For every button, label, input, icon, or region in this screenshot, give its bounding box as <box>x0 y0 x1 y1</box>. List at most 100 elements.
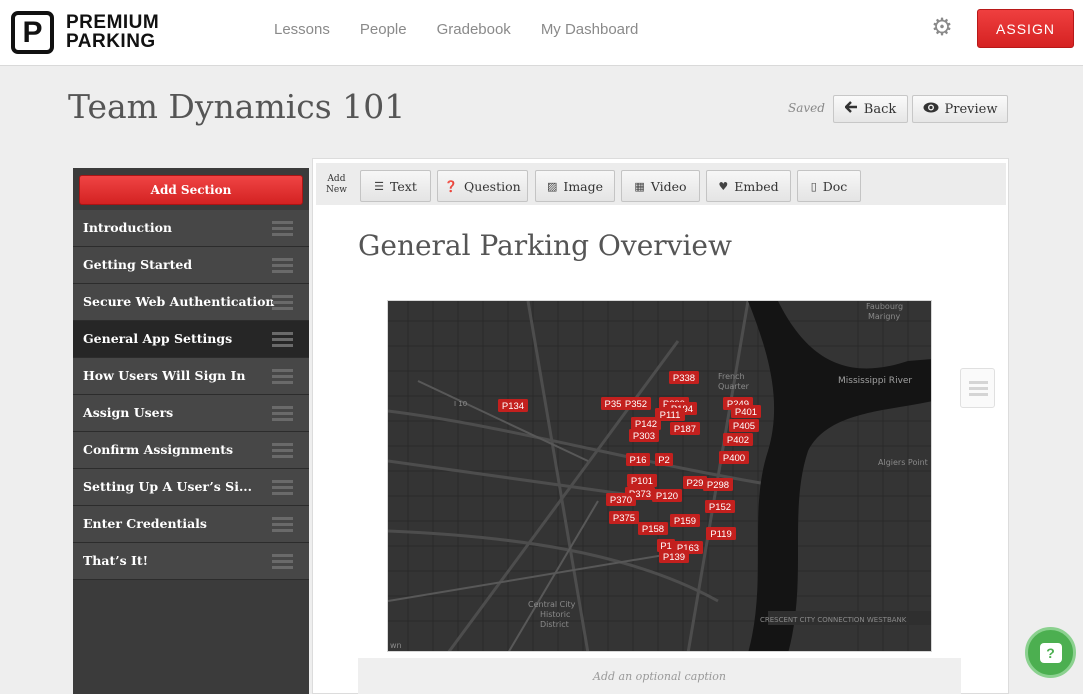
preview-button[interactable]: Preview <box>912 95 1008 123</box>
svg-text:District: District <box>540 620 569 629</box>
parking-marker[interactable]: P152 <box>705 500 735 513</box>
nav-gradebook[interactable]: Gradebook <box>437 21 511 38</box>
parking-marker[interactable]: P159 <box>670 514 700 527</box>
nav-lessons[interactable]: Lessons <box>274 21 330 38</box>
parking-marker[interactable]: P405 <box>729 419 759 432</box>
sidebar-section-item[interactable]: That’s It! <box>73 543 309 580</box>
assign-button[interactable]: ASSIGN <box>977 9 1074 48</box>
preview-label: Preview <box>944 101 998 117</box>
sidebar-section-label: Confirm Assignments <box>83 442 234 457</box>
svg-text:French: French <box>718 372 745 381</box>
section-title: General Parking Overview <box>358 229 732 262</box>
sidebar-section-item[interactable]: Assign Users <box>73 395 309 432</box>
add-embed-button[interactable]: ♥ Embed <box>706 170 791 202</box>
main-nav: Lessons People Gradebook My Dashboard <box>274 0 668 58</box>
parking-marker[interactable]: P187 <box>670 422 700 435</box>
add-text-button[interactable]: ☰ Text <box>360 170 431 202</box>
parking-marker[interactable]: P111 <box>655 408 685 421</box>
svg-text:I 10: I 10 <box>454 400 467 408</box>
add-doc-button[interactable]: ▯ Doc <box>797 170 861 202</box>
premium-parking-logo[interactable]: P <box>11 11 54 54</box>
drag-handle-icon[interactable] <box>272 554 293 570</box>
parking-marker[interactable]: P375 <box>609 511 639 524</box>
sidebar-section-item[interactable]: Confirm Assignments <box>73 432 309 469</box>
add-new-toolbar: Add New ☰ Text ❓ Question ▨ Image ▦ Vide… <box>316 163 1006 205</box>
add-question-button[interactable]: ❓ Question <box>437 170 528 202</box>
page-title: Team Dynamics 101 <box>68 87 406 126</box>
svg-text:Faubourg: Faubourg <box>866 302 903 311</box>
sidebar-section-item[interactable]: How Users Will Sign In <box>73 358 309 395</box>
parking-marker[interactable]: P139 <box>659 550 689 563</box>
sidebar-section-item[interactable]: Secure Web Authentication <box>73 284 309 321</box>
drag-handle-icon[interactable] <box>272 369 293 385</box>
parking-marker-label: P400 <box>723 453 745 464</box>
back-button[interactable]: Back <box>833 95 908 123</box>
svg-text:wn: wn <box>390 641 402 650</box>
nav-people[interactable]: People <box>360 21 407 38</box>
parking-marker[interactable]: P120 <box>652 489 682 502</box>
parking-marker-label: P338 <box>673 373 695 384</box>
parking-marker-label: P298 <box>707 480 729 491</box>
sidebar-section-item[interactable]: Setting Up A User’s Si... <box>73 469 309 506</box>
parking-marker[interactable]: P338 <box>669 371 699 384</box>
block-reorder-handle[interactable] <box>960 368 995 408</box>
sidebar-section-item[interactable]: Introduction <box>73 210 309 247</box>
svg-text:Historic: Historic <box>540 610 570 619</box>
sidebar-section-item[interactable]: Getting Started <box>73 247 309 284</box>
drag-handle-icon[interactable] <box>272 332 293 348</box>
parking-marker-label: P158 <box>642 524 664 535</box>
parking-marker[interactable]: P2 <box>655 453 673 466</box>
text-label: Text <box>390 178 417 194</box>
add-image-button[interactable]: ▨ Image <box>535 170 615 202</box>
section-sidebar: Add Section Introduction Getting Started S… <box>73 168 309 694</box>
parking-marker[interactable]: P352 <box>621 397 651 410</box>
back-label: Back <box>863 101 897 117</box>
parking-marker[interactable]: P16 <box>626 453 650 466</box>
parking-map-image[interactable]: I 10 Mississippi River French Quarter Ce… <box>387 300 932 652</box>
sidebar-section-item[interactable]: Enter Credentials <box>73 506 309 543</box>
drag-handle-icon[interactable] <box>272 480 293 496</box>
sidebar-section-label: Getting Started <box>83 257 193 272</box>
drag-handle-icon[interactable] <box>272 406 293 422</box>
document-icon: ▯ <box>810 179 817 193</box>
parking-marker[interactable]: P400 <box>719 451 749 464</box>
svg-text:Mississippi River: Mississippi River <box>838 376 912 386</box>
question-circle-icon: ❓ <box>444 179 458 193</box>
parking-marker-label: P139 <box>663 552 685 563</box>
parking-marker[interactable]: P119 <box>706 527 736 540</box>
parking-marker[interactable]: P101 <box>627 474 657 487</box>
add-video-button[interactable]: ▦ Video <box>621 170 700 202</box>
question-label: Question <box>463 178 521 194</box>
svg-text:CRESCENT CITY CONNECTION WESTB: CRESCENT CITY CONNECTION WESTBANK <box>760 616 907 624</box>
parking-marker-label: P370 <box>610 495 632 506</box>
drag-handle-icon[interactable] <box>272 221 293 237</box>
top-navbar: P PREMIUM PARKING Lessons People Gradebo… <box>0 0 1083 66</box>
sidebar-section-label: Setting Up A User’s Si... <box>83 479 253 494</box>
parking-marker[interactable]: P303 <box>629 429 659 442</box>
sidebar-section-label: That’s It! <box>83 553 149 568</box>
nav-my-dashboard[interactable]: My Dashboard <box>541 21 639 38</box>
parking-marker[interactable]: P370 <box>606 493 636 506</box>
gear-icon[interactable]: ⚙ <box>930 16 954 40</box>
parking-marker-label: P120 <box>656 491 678 502</box>
drag-handle-icon[interactable] <box>272 443 293 459</box>
parking-marker[interactable]: P401 <box>731 405 761 418</box>
svg-text:Marigny: Marigny <box>868 312 900 321</box>
video-label: Video <box>650 178 687 194</box>
parking-marker[interactable]: P298 <box>703 478 733 491</box>
parking-marker[interactable]: P402 <box>723 433 753 446</box>
help-chat-button[interactable]: ? <box>1025 627 1076 678</box>
parking-marker[interactable]: P134 <box>498 399 528 412</box>
sidebar-section-label: How Users Will Sign In <box>83 368 246 383</box>
caption-input[interactable]: Add an optional caption <box>358 658 961 694</box>
drag-handle-icon[interactable] <box>272 258 293 274</box>
add-section-button[interactable]: Add Section <box>79 175 303 205</box>
add-new-line2: New <box>326 185 347 195</box>
embed-label: Embed <box>734 178 779 194</box>
drag-handle-icon[interactable] <box>272 517 293 533</box>
sidebar-section-item[interactable]: General App Settings <box>73 321 309 358</box>
parking-marker-label: P187 <box>674 424 696 435</box>
parking-marker[interactable]: P158 <box>638 522 668 535</box>
drag-handle-icon[interactable] <box>272 295 293 311</box>
sidebar-section-label: Enter Credentials <box>83 516 207 531</box>
